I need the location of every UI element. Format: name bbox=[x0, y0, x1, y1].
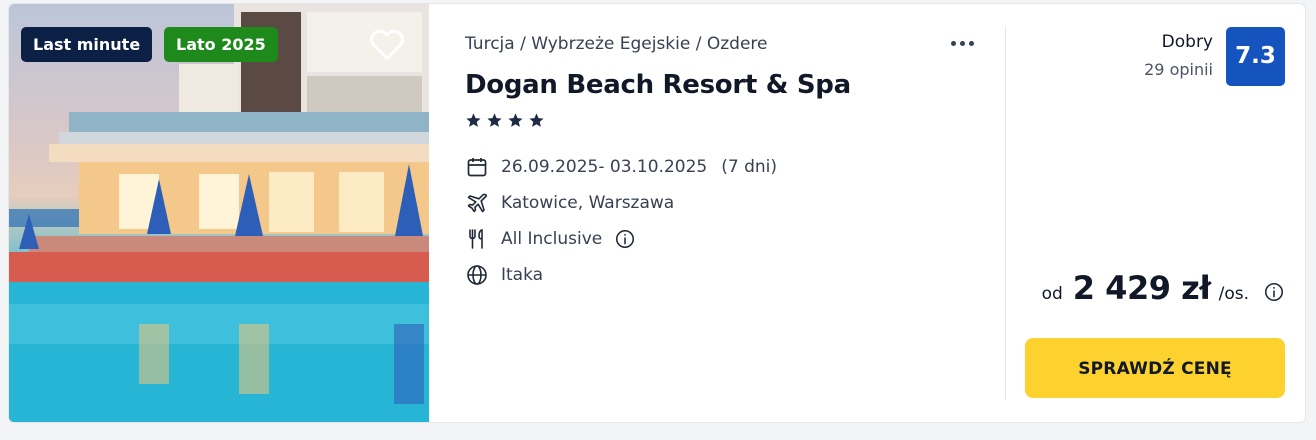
dates-row: 26.09.2025- 03.10.2025 (7 dni) bbox=[465, 155, 777, 179]
breadcrumb[interactable]: Turcja / Wybrzeże Egejskie / Ozdere bbox=[465, 34, 768, 54]
rating-score-badge[interactable]: 7.3 bbox=[1226, 27, 1285, 86]
more-options-icon[interactable] bbox=[949, 32, 981, 56]
price-suffix: /os. bbox=[1218, 284, 1249, 304]
cutlery-icon bbox=[465, 227, 489, 251]
season-badge: Lato 2025 bbox=[164, 27, 278, 62]
offer-details: Turcja / Wybrzeże Egejskie / Ozdere Doga… bbox=[465, 4, 1005, 422]
star-icon bbox=[529, 113, 544, 127]
plane-icon bbox=[465, 191, 489, 215]
column-divider bbox=[1005, 26, 1006, 400]
review-count[interactable]: 29 opinii bbox=[1144, 60, 1213, 79]
star-icon bbox=[466, 113, 481, 127]
hotel-photo[interactable]: Last minute Lato 2025 bbox=[9, 4, 429, 422]
favorite-heart-icon[interactable] bbox=[367, 24, 407, 64]
star-icon bbox=[508, 113, 523, 127]
board-info-icon[interactable] bbox=[614, 228, 636, 250]
travel-duration: (7 dni) bbox=[721, 157, 777, 177]
price-amount: 2 429 zł bbox=[1072, 269, 1211, 307]
globe-icon bbox=[465, 263, 489, 287]
hotel-name[interactable]: Dogan Beach Resort & Spa bbox=[465, 70, 851, 100]
departure-cities: Katowice, Warszawa bbox=[501, 193, 675, 213]
board-type: All Inclusive bbox=[501, 229, 603, 249]
departure-row: Katowice, Warszawa bbox=[465, 191, 674, 215]
travel-dates: 26.09.2025- 03.10.2025 bbox=[501, 157, 708, 177]
calendar-icon bbox=[465, 155, 489, 179]
operator-row: Itaka bbox=[465, 263, 543, 287]
rating-label: Dobry bbox=[1161, 32, 1213, 52]
last-minute-badge: Last minute bbox=[21, 27, 153, 62]
star-icon bbox=[487, 113, 502, 127]
price-prefix: od bbox=[1041, 284, 1063, 304]
hotel-stars bbox=[465, 112, 545, 129]
hotel-photo-illustration bbox=[9, 4, 429, 422]
board-row: All Inclusive bbox=[465, 227, 636, 251]
tour-operator: Itaka bbox=[501, 265, 544, 285]
check-price-button[interactable]: SPRAWDŹ CENĘ bbox=[1025, 338, 1285, 398]
price-block: od 2 429 zł /os. bbox=[1042, 269, 1285, 307]
offer-card[interactable]: Last minute Lato 2025 Turcja / Wybrzeże … bbox=[8, 3, 1306, 423]
price-info-icon[interactable] bbox=[1263, 281, 1285, 303]
